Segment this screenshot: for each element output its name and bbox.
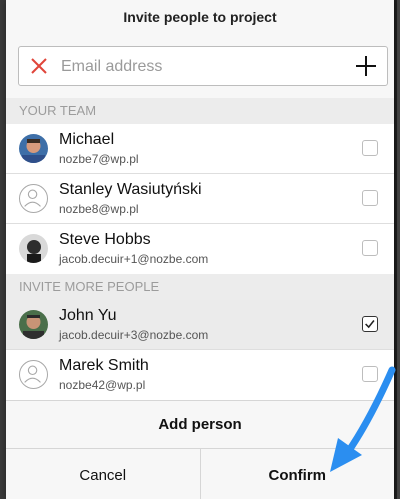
user-placeholder-icon: [19, 184, 48, 213]
avatar: [19, 234, 48, 263]
add-person-button[interactable]: Add person: [6, 400, 394, 449]
member-email: nozbe42@wp.pl: [59, 378, 146, 392]
checkbox-checked[interactable]: [362, 316, 378, 332]
checkmark-icon: [365, 320, 375, 329]
checkbox[interactable]: [362, 240, 378, 256]
section-your-team: YOUR TEAM: [6, 98, 394, 124]
dialog-title: Invite people to project: [6, 0, 394, 34]
team-row[interactable]: Steve Hobbs jacob.decuir+1@nozbe.com: [6, 224, 394, 274]
invite-dialog: Invite people to project YOUR TEAM Mic: [6, 0, 394, 499]
user-placeholder-icon: [19, 360, 48, 389]
email-field-wrapper: [6, 34, 394, 98]
member-email: nozbe7@wp.pl: [59, 152, 139, 166]
member-name: Steve Hobbs: [59, 231, 151, 248]
member-email: jacob.decuir+3@nozbe.com: [59, 328, 209, 342]
dialog-footer: Cancel Confirm: [6, 449, 394, 499]
member-name: John Yu: [59, 307, 117, 324]
checkbox[interactable]: [362, 190, 378, 206]
background-right: [394, 0, 400, 499]
email-input[interactable]: [59, 47, 343, 87]
plus-icon[interactable]: [355, 55, 377, 77]
confirm-button[interactable]: Confirm: [201, 449, 395, 499]
member-name: Stanley Wasiutyński: [59, 181, 202, 198]
invite-row[interactable]: Marek Smith nozbe42@wp.pl: [6, 350, 394, 400]
checkbox[interactable]: [362, 140, 378, 156]
email-field[interactable]: [18, 46, 388, 87]
avatar: [19, 310, 48, 339]
checkbox[interactable]: [362, 366, 378, 382]
team-row[interactable]: Michael nozbe7@wp.pl: [6, 124, 394, 174]
member-email: nozbe8@wp.pl: [59, 202, 139, 216]
team-row[interactable]: Stanley Wasiutyński nozbe8@wp.pl: [6, 174, 394, 224]
avatar: [19, 134, 48, 163]
invite-row[interactable]: John Yu jacob.decuir+3@nozbe.com: [6, 300, 394, 350]
section-invite-more: INVITE MORE PEOPLE: [6, 274, 394, 300]
member-name: Marek Smith: [59, 357, 149, 374]
cancel-button[interactable]: Cancel: [6, 449, 201, 499]
member-email: jacob.decuir+1@nozbe.com: [59, 252, 209, 266]
close-icon[interactable]: [29, 56, 49, 76]
member-name: Michael: [59, 131, 115, 148]
